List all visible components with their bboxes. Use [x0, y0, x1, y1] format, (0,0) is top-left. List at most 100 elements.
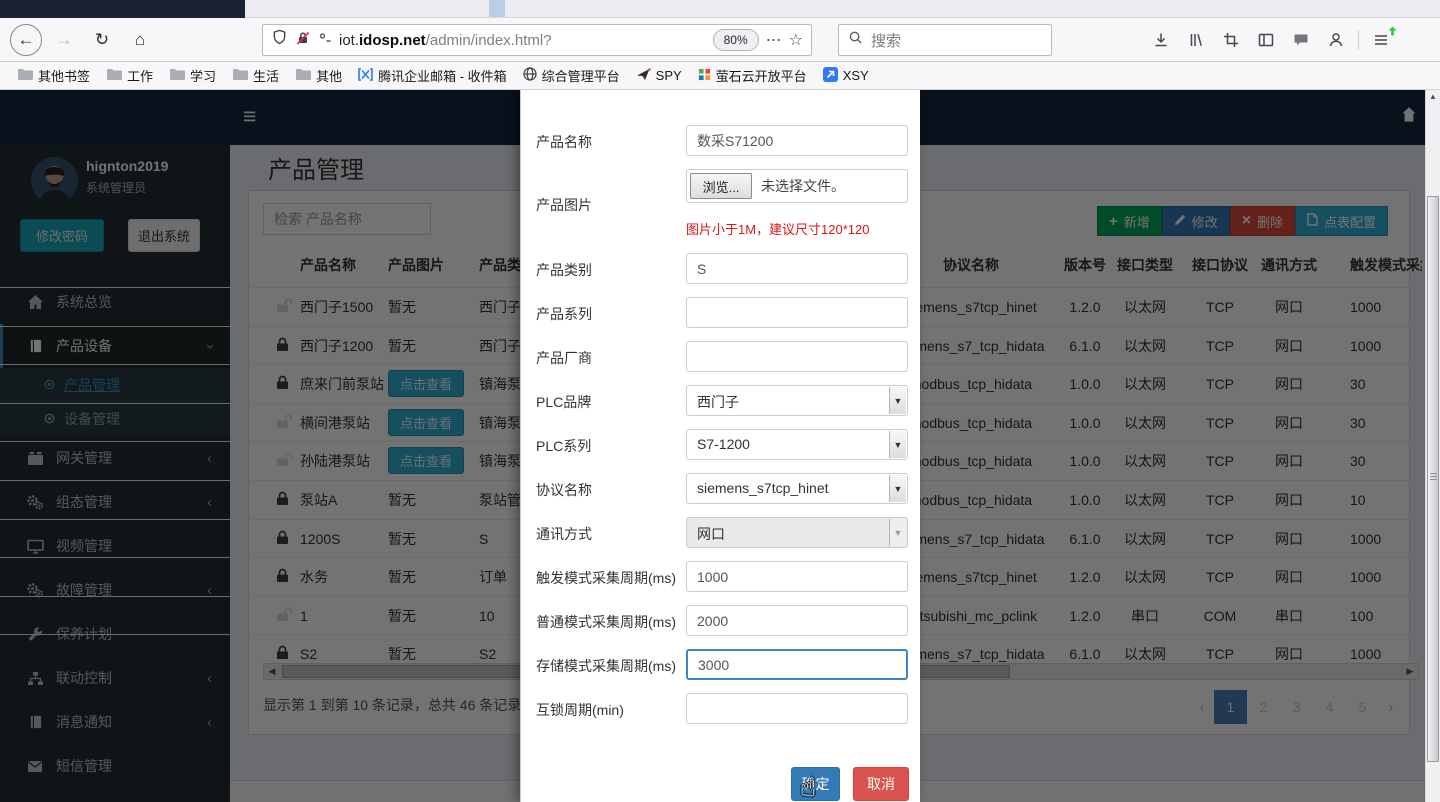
window-titlebar: [0, 0, 245, 18]
home-button[interactable]: ⌂: [124, 24, 156, 56]
tab-strip[interactable]: [0, 0, 1440, 18]
account-icon[interactable]: [1323, 27, 1349, 53]
field-label-9: 触发模式采集周期(ms): [536, 568, 676, 588]
bookmarks-bar: 其他书签 工作学习 生活 其他 腾讯企业邮箱 - 收件箱 综合管理平台 SPY 萤石云开放平台…: [0, 62, 1440, 90]
bookmark-item-9[interactable]: XSY: [816, 64, 876, 88]
browser-chrome: ← → ↻ ⌂ iot.idosp.net/admin/index.html? …: [0, 0, 1440, 90]
insecure-lock-icon[interactable]: [295, 30, 311, 51]
back-button[interactable]: ←: [10, 24, 42, 56]
field-input-10[interactable]: [686, 605, 908, 636]
field-input-2[interactable]: [686, 253, 908, 284]
field-input-9[interactable]: [686, 561, 908, 592]
bookmark-label: 其他书签: [38, 66, 90, 85]
sidebar-toggle-icon[interactable]: [1253, 27, 1279, 53]
select-arrow-icon[interactable]: ▼: [889, 387, 906, 414]
select-value: 西门子: [697, 392, 739, 412]
bookmark-item-4[interactable]: 其他: [288, 64, 349, 88]
image-size-hint: 图片小于1M，建议尺寸120*120: [686, 219, 870, 238]
vertical-scroll-thumb[interactable]: [1427, 196, 1439, 762]
xsy-icon: [823, 67, 838, 85]
bookmark-item-1[interactable]: 工作: [99, 64, 160, 88]
select-arrow-icon[interactable]: ▼: [889, 475, 906, 502]
forward-button[interactable]: →: [48, 24, 80, 56]
field-select-7[interactable]: siemens_s7tcp_hinet ▼: [686, 473, 908, 504]
bookmark-item-3[interactable]: 生活: [225, 64, 286, 88]
bookmark-item-0[interactable]: 其他书签: [10, 64, 97, 88]
bookmark-item-5[interactable]: 腾讯企业邮箱 - 收件箱: [351, 64, 514, 88]
bookmark-label: 其他: [316, 66, 342, 85]
field-label-1: 产品图片: [536, 195, 592, 215]
field-select-6[interactable]: S7-1200 ▼: [686, 429, 908, 460]
permissions-icon[interactable]: [318, 31, 332, 50]
bookmark-label: XSY: [843, 68, 869, 83]
field-input-0[interactable]: [686, 125, 908, 156]
select-value: 网口: [697, 524, 725, 544]
bookmark-label: 工作: [127, 66, 153, 85]
bookmark-label: 综合管理平台: [542, 66, 620, 85]
file-input[interactable]: 浏览... 未选择文件。: [686, 169, 908, 203]
select-arrow-icon[interactable]: ▼: [889, 431, 906, 458]
browser-toolbar: ← → ↻ ⌂ iot.idosp.net/admin/index.html? …: [0, 18, 1440, 62]
select-arrow-icon[interactable]: ▼: [889, 519, 906, 546]
folder-icon: [106, 67, 122, 84]
shield-icon[interactable]: [271, 29, 288, 51]
url-text: iot.idosp.net/admin/index.html?: [339, 32, 552, 49]
bookmark-item-6[interactable]: 综合管理平台: [516, 64, 627, 88]
folder-icon: [169, 67, 185, 84]
field-label-10: 普通模式采集周期(ms): [536, 612, 676, 632]
bookmark-label: SPY: [656, 68, 682, 83]
field-select-8[interactable]: 网口 ▼: [686, 517, 908, 548]
bookmark-item-7[interactable]: SPY: [629, 64, 689, 88]
field-input-4[interactable]: [686, 341, 908, 372]
globe-icon: [523, 67, 537, 84]
downloads-icon[interactable]: [1148, 27, 1174, 53]
bookmark-star-icon[interactable]: ☆: [789, 30, 803, 50]
search-icon: [848, 30, 863, 50]
scroll-up-icon[interactable]: ▲: [1426, 92, 1440, 101]
select-value: siemens_s7tcp_hinet: [697, 480, 829, 496]
browser-vertical-scrollbar[interactable]: ▲: [1425, 90, 1440, 802]
bookmark-item-8[interactable]: 萤石云开放平台: [691, 64, 814, 88]
field-label-11: 存储模式采集周期(ms): [536, 656, 676, 676]
field-select-5[interactable]: 西门子 ▼: [686, 385, 908, 416]
library-icon[interactable]: [1183, 27, 1209, 53]
field-label-3: 产品系列: [536, 304, 592, 324]
web-page: ≡ hignton2019 系统管理员 修改密码 退出系统 系统总览产品设备‹产…: [0, 90, 1440, 802]
field-label-7: 协议名称: [536, 480, 592, 500]
field-label-6: PLC系列: [536, 436, 591, 456]
toolbar-divider: [1358, 30, 1359, 50]
search-bar[interactable]: 搜索: [838, 24, 1052, 56]
page-actions-icon[interactable]: ⋯: [766, 30, 782, 50]
browse-button[interactable]: 浏览...: [690, 173, 752, 199]
cancel-button[interactable]: 取消: [853, 767, 909, 801]
reload-button[interactable]: ↻: [86, 24, 118, 56]
field-label-12: 互锁周期(min): [536, 700, 624, 720]
bookmark-label: 萤石云开放平台: [716, 66, 807, 85]
zoom-level-badge[interactable]: 80%: [713, 29, 759, 51]
chat-icon[interactable]: [1288, 27, 1314, 53]
tencent-mail-icon: [358, 68, 373, 84]
field-label-8: 通讯方式: [536, 524, 592, 544]
bookmark-label: 腾讯企业邮箱 - 收件箱: [378, 66, 507, 85]
select-value: S7-1200: [697, 436, 750, 452]
field-label-2: 产品类别: [536, 260, 592, 280]
mouse-cursor-icon: ☝: [800, 772, 816, 802]
field-input-12[interactable]: [686, 693, 908, 724]
folder-icon: [17, 67, 33, 84]
url-bar[interactable]: iot.idosp.net/admin/index.html? 80% ⋯ ☆: [262, 24, 812, 56]
file-status: 未选择文件。: [761, 176, 845, 196]
folder-icon: [232, 67, 248, 84]
bookmark-item-2[interactable]: 学习: [162, 64, 223, 88]
ezviz-icon: [698, 68, 711, 84]
field-label-4: 产品厂商: [536, 348, 592, 368]
bookmark-label: 生活: [253, 66, 279, 85]
search-placeholder: 搜索: [871, 30, 901, 51]
screenshot-icon[interactable]: [1218, 27, 1244, 53]
menu-hamburger-icon[interactable]: [1368, 27, 1394, 53]
field-label-0: 产品名称: [536, 132, 592, 152]
field-input-3[interactable]: [686, 297, 908, 328]
tab-indicator: [489, 0, 505, 17]
folder-icon: [295, 67, 311, 84]
spy-icon: [636, 68, 651, 84]
field-input-11[interactable]: [686, 649, 908, 680]
